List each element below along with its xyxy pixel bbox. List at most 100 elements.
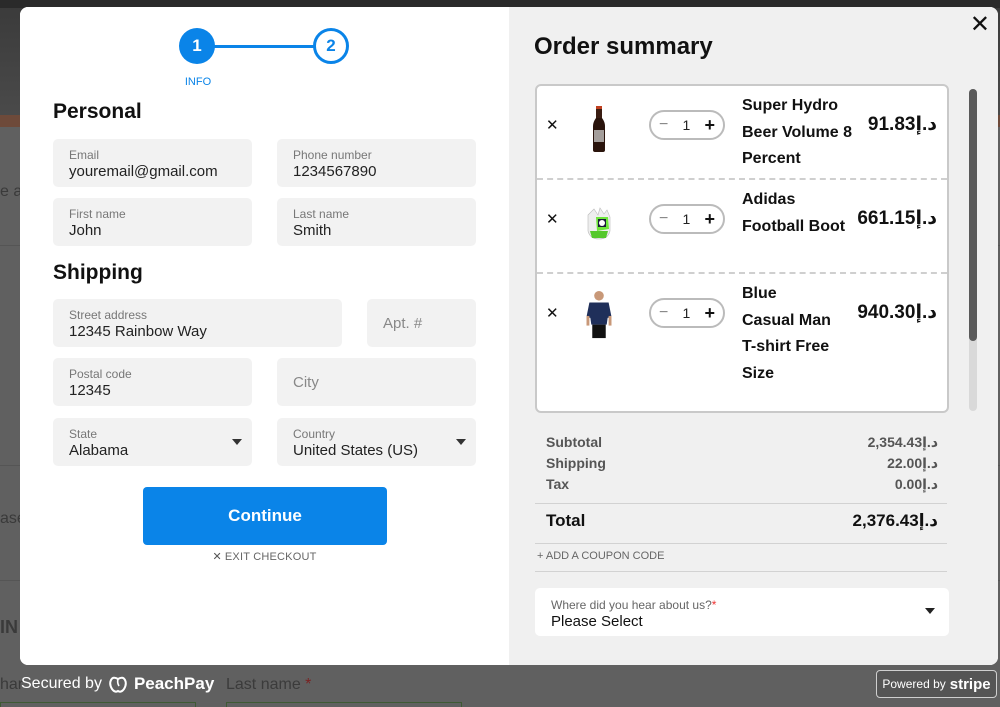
continue-button[interactable]: Continue: [143, 487, 387, 545]
decrease-quantity-button[interactable]: −: [659, 210, 668, 228]
product-name: Adidas Football Boot: [742, 191, 846, 235]
cart-item: ✕ − 1 + Blue Casual Man T-shirt Free Siz…: [537, 274, 947, 411]
background-last-name-label: Last name *: [226, 676, 311, 694]
summary-divider: [535, 571, 947, 572]
goalkeeper-glove-image: [587, 207, 611, 240]
state-value: Alabama: [69, 442, 129, 459]
stepper-step-1[interactable]: 1: [179, 28, 215, 64]
background-last-name-input: [226, 702, 462, 707]
secured-by-label: Secured by: [21, 675, 102, 692]
tax-value: 0.00د.إ: [894, 476, 938, 492]
shipping-section-title: Shipping: [53, 261, 143, 284]
increase-quantity-button[interactable]: +: [704, 115, 715, 136]
hear-about-us-value: Please Select: [551, 613, 643, 630]
state-label: State: [69, 427, 98, 441]
total-row: Total 2,376.43د.إ: [546, 511, 938, 531]
powered-by-label: Powered by: [882, 677, 946, 691]
shipping-value: 22.00د.إ: [887, 455, 938, 471]
caret-down-icon: [925, 608, 935, 614]
checkout-modal: 1 2 INFO Personal Email youremail@gmail.…: [20, 7, 998, 665]
subtotal-value: 2,354.43د.إ: [867, 434, 938, 450]
phone-label: Phone number: [293, 148, 372, 162]
subtotal-label: Subtotal: [546, 434, 602, 450]
remove-item-button[interactable]: ✕: [546, 304, 559, 322]
tax-row: Tax 0.00د.إ: [546, 476, 938, 493]
beer-bottle-image: [593, 106, 605, 152]
add-coupon-link[interactable]: + ADD A COUPON CODE: [537, 550, 664, 562]
quantity-value: 1: [682, 117, 691, 133]
label-text: Where did you hear about us?: [551, 598, 712, 612]
phone-field[interactable]: Phone number 1234567890: [277, 139, 476, 187]
cart-items-list: ✕ − 1 + Super Hydro Beer Volume 8 Percen…: [535, 84, 949, 413]
background-text: har: [0, 676, 24, 693]
product-price: 940.30د.إ: [857, 302, 937, 323]
city-field[interactable]: City: [277, 358, 476, 406]
last-name-label: Last name: [293, 207, 350, 221]
quantity-stepper: − 1 +: [649, 110, 725, 140]
decrease-quantity-button[interactable]: −: [659, 304, 668, 322]
first-name-field[interactable]: First name John: [53, 198, 252, 246]
decrease-quantity-button[interactable]: −: [659, 116, 668, 134]
stepper-step-2[interactable]: 2: [313, 28, 349, 64]
quantity-stepper: − 1 +: [649, 204, 725, 234]
secured-by-peachpay: Secured by PeachPay: [21, 674, 214, 694]
product-name: Blue Casual Man T-shirt Free Size: [742, 285, 831, 382]
first-name-label: First name: [69, 207, 126, 221]
postal-code-field[interactable]: Postal code 12345: [53, 358, 252, 406]
apt-placeholder: Apt. #: [383, 315, 423, 332]
personal-section-title: Personal: [53, 100, 142, 123]
apt-field[interactable]: Apt. #: [367, 299, 476, 347]
quantity-value: 1: [682, 211, 691, 227]
remove-item-button[interactable]: ✕: [546, 116, 559, 134]
order-summary-title: Order summary: [534, 33, 713, 60]
powered-by-stripe-badge[interactable]: Powered by stripe: [876, 670, 997, 698]
email-field[interactable]: Email youremail@gmail.com: [53, 139, 252, 187]
city-placeholder: City: [293, 374, 319, 391]
checkout-form-panel: 1 2 INFO Personal Email youremail@gmail.…: [20, 7, 509, 665]
cart-item: ✕ − 1 + Adidas Football Boot 661.15د.إ: [537, 180, 947, 274]
cart-item: ✕ − 1 + Super Hydro Beer Volume 8 Percen…: [537, 86, 947, 180]
summary-divider: [535, 503, 947, 504]
background-first-name-input: [0, 702, 196, 707]
order-summary-panel: Order summary ✕ ✕ − 1 + Super Hydro Beer…: [509, 7, 998, 665]
label-text: Last name: [226, 676, 301, 693]
stepper-connector: [214, 45, 314, 48]
increase-quantity-button[interactable]: +: [704, 209, 715, 230]
total-value: 2,376.43د.إ: [852, 511, 938, 530]
last-name-field[interactable]: Last name Smith: [277, 198, 476, 246]
postal-code-label: Postal code: [69, 367, 132, 381]
required-mark: *: [711, 598, 717, 612]
hear-about-us-select[interactable]: Where did you hear about us?* Please Sel…: [535, 588, 949, 636]
tax-label: Tax: [546, 476, 570, 492]
remove-item-button[interactable]: ✕: [546, 210, 559, 228]
quantity-value: 1: [682, 305, 691, 321]
country-value: United States (US): [293, 442, 419, 459]
exit-checkout-link[interactable]: ✕ EXIT CHECKOUT: [20, 550, 509, 563]
caret-down-icon: [232, 439, 242, 445]
quantity-stepper: − 1 +: [649, 298, 725, 328]
phone-value: 1234567890: [293, 163, 377, 180]
street-address-label: Street address: [69, 308, 148, 322]
background-text: e a: [0, 183, 23, 200]
country-select[interactable]: Country United States (US): [277, 418, 476, 466]
email-value: youremail@gmail.com: [69, 163, 218, 180]
state-select[interactable]: State Alabama: [53, 418, 252, 466]
last-name-value: Smith: [293, 222, 332, 239]
total-label: Total: [546, 511, 586, 530]
stepper-step-1-label: INFO: [184, 76, 212, 88]
street-address-field[interactable]: Street address 12345 Rainbow Way: [53, 299, 342, 347]
postal-code-value: 12345: [69, 382, 111, 399]
product-price: 91.83د.إ: [867, 114, 937, 135]
product-price: 661.15د.إ: [857, 208, 937, 229]
shipping-row: Shipping 22.00د.إ: [546, 455, 938, 472]
stripe-brand: stripe: [949, 675, 991, 693]
close-modal-button[interactable]: ✕: [970, 13, 990, 37]
cart-scrollbar-thumb[interactable]: [969, 89, 977, 341]
man-tshirt-image: [586, 290, 612, 339]
peach-icon: [109, 676, 127, 693]
shipping-label: Shipping: [546, 455, 606, 471]
required-mark: *: [305, 676, 312, 693]
hear-about-us-label: Where did you hear about us?*: [551, 598, 716, 612]
increase-quantity-button[interactable]: +: [704, 303, 715, 324]
peachpay-brand: PeachPay: [133, 674, 215, 693]
